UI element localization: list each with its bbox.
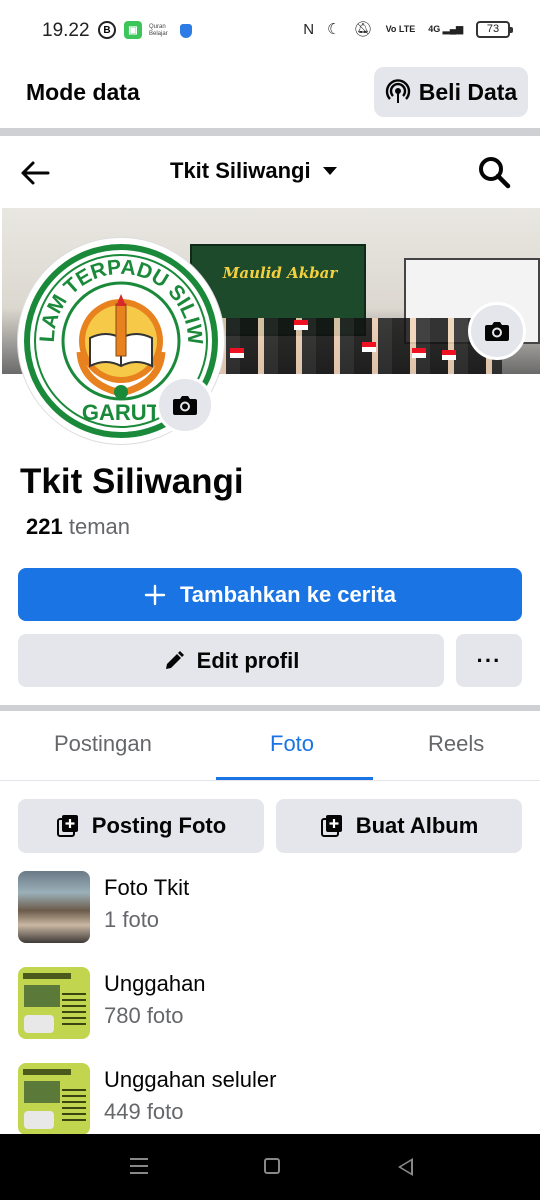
- signal-icon: 4G ▂▄▆: [428, 23, 463, 34]
- beli-data-button[interactable]: Beli Data: [374, 67, 528, 117]
- flag: [442, 350, 456, 360]
- header-title: Tkit Siliwangi: [170, 158, 311, 183]
- mute-bell-icon: 🔕︎: [353, 21, 373, 38]
- home-icon[interactable]: [264, 1158, 280, 1174]
- album-count: 780 foto: [104, 1003, 184, 1028]
- pencil-icon: [165, 650, 184, 669]
- edit-profile-button[interactable]: Edit profil: [18, 634, 444, 687]
- add-photo-icon: [56, 815, 78, 837]
- mode-data-bar: Mode data Beli Data: [0, 62, 540, 128]
- cover-camera-button[interactable]: [468, 302, 526, 360]
- status-icons: N ☾ 🔕︎ Vo LTE 4G ▂▄▆ 73: [303, 20, 513, 38]
- nfc-icon: N: [303, 20, 315, 38]
- volte-icon: Vo LTE: [385, 23, 416, 34]
- recent-apps-icon[interactable]: [130, 1158, 148, 1174]
- posting-foto-label: Posting Foto: [91, 813, 227, 838]
- album-item[interactable]: Unggahan seluler 449 foto: [18, 1063, 522, 1135]
- album-count: 449 foto: [104, 1099, 184, 1124]
- album-thumbnail: [18, 871, 90, 943]
- back-arrow-icon[interactable]: [18, 156, 52, 190]
- friends-count[interactable]: 221 teman: [26, 514, 130, 540]
- buat-album-label: Buat Album: [355, 813, 479, 838]
- friends-number: 221: [26, 514, 63, 539]
- search-icon[interactable]: [476, 154, 512, 190]
- add-album-icon: [320, 815, 342, 837]
- back-icon[interactable]: [398, 1158, 413, 1176]
- cover-banner-title: Maulid Akbar: [222, 264, 338, 282]
- profile-tabs: Postingan Foto Reels: [0, 711, 540, 781]
- album-thumbnail: [18, 1063, 90, 1135]
- profile-header: Tkit Siliwangi: [0, 136, 540, 208]
- status-time: 19.22: [42, 20, 90, 41]
- plus-icon: [144, 584, 166, 605]
- quran-app-icon: Quran Belajar: [149, 24, 168, 37]
- camera-icon: [173, 396, 197, 415]
- mode-data-title: Mode data: [26, 79, 140, 105]
- tab-postingan[interactable]: Postingan: [54, 731, 152, 757]
- album-name: Unggahan: [104, 971, 206, 996]
- app-notification-icon: ▣: [124, 21, 142, 39]
- battery-icon: 73: [476, 20, 513, 38]
- album-item[interactable]: Unggahan 780 foto: [18, 967, 522, 1039]
- logo-bottom-text: GARUT: [82, 400, 161, 425]
- album-thumbnail: [18, 967, 90, 1039]
- album-name: Foto Tkit: [104, 875, 190, 900]
- caret-down-icon: [322, 167, 337, 175]
- album-item[interactable]: Foto Tkit 1 foto: [18, 871, 522, 943]
- moon-icon: ☾: [327, 21, 341, 38]
- add-to-story-label: Tambahkan ke cerita: [179, 581, 397, 607]
- camera-icon: [485, 322, 509, 341]
- divider: [0, 128, 540, 136]
- tab-reels[interactable]: Reels: [428, 731, 484, 757]
- album-count: 1 foto: [104, 907, 160, 932]
- profile-name: Tkit Siliwangi: [20, 462, 244, 501]
- more-options-button[interactable]: ···: [456, 634, 522, 687]
- friends-label: teman: [68, 514, 130, 539]
- flag: [362, 342, 376, 352]
- more-dots-icon: ···: [476, 647, 502, 673]
- flag: [412, 348, 426, 358]
- edit-profile-label: Edit profil: [196, 647, 300, 673]
- cover-children: [202, 318, 502, 374]
- posting-foto-button[interactable]: Posting Foto: [18, 799, 264, 853]
- tab-foto[interactable]: Foto: [270, 731, 314, 757]
- broadcast-icon: [385, 79, 410, 103]
- flag: [230, 348, 244, 358]
- b-badge-icon: B: [98, 21, 116, 39]
- album-name: Unggahan seluler: [104, 1067, 277, 1092]
- active-tab-indicator: [216, 777, 373, 780]
- shield-icon: [180, 24, 192, 38]
- status-bar: 19.22 B ▣ Quran Belajar N ☾ 🔕︎ Vo LTE 4G…: [0, 0, 540, 62]
- profile-switcher[interactable]: Tkit Siliwangi: [170, 158, 337, 184]
- flag: [294, 320, 308, 330]
- buat-album-button[interactable]: Buat Album: [276, 799, 522, 853]
- beli-data-label: Beli Data: [418, 78, 518, 105]
- profile-camera-button[interactable]: [156, 376, 214, 434]
- system-nav-bar: [0, 1134, 540, 1200]
- add-to-story-button[interactable]: Tambahkan ke cerita: [18, 568, 522, 621]
